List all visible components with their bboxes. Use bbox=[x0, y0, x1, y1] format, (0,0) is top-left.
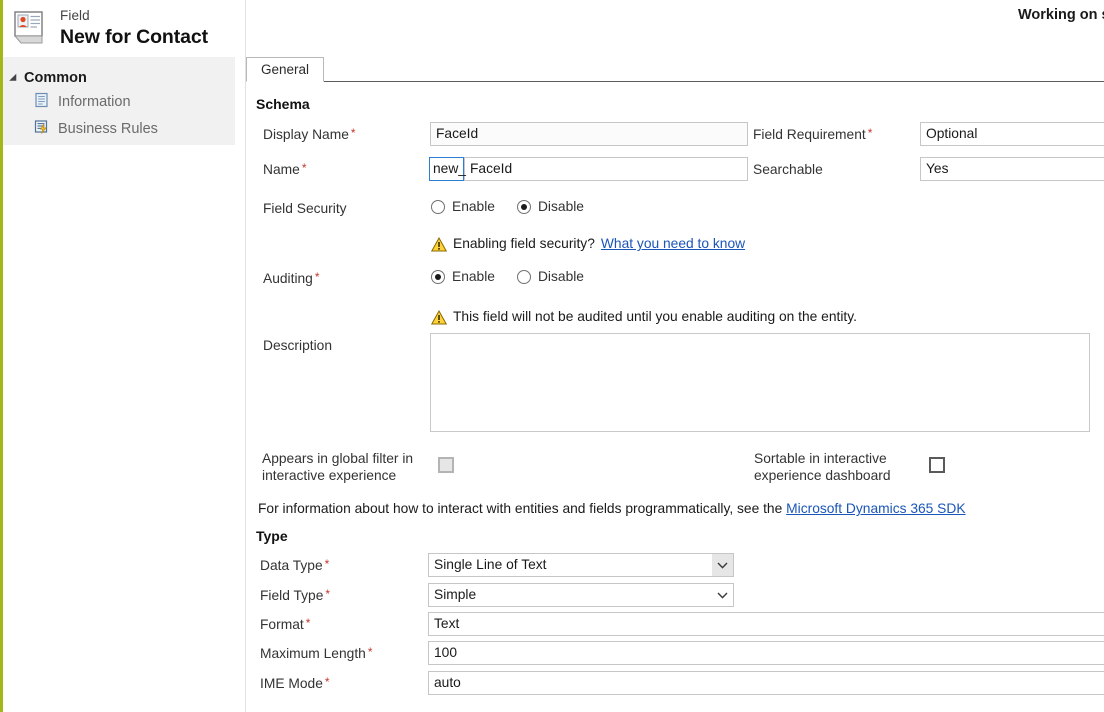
sidebar-group-common[interactable]: Common bbox=[9, 70, 87, 86]
auditing-enable-radio[interactable]: Enable bbox=[431, 269, 495, 284]
required-asterisk: * bbox=[305, 616, 311, 630]
field-security-disable-radio[interactable]: Disable bbox=[516, 199, 584, 214]
data-type-value: Single Line of Text bbox=[434, 557, 547, 572]
entity-type-label: Field bbox=[60, 8, 90, 23]
field-form: Schema Display Name * FaceId Field Requir… bbox=[246, 82, 1104, 712]
field-security-enable-radio[interactable]: Enable bbox=[431, 199, 495, 214]
radio-dot-icon bbox=[431, 199, 445, 214]
contact-card-icon bbox=[13, 11, 50, 45]
chevron-down-icon bbox=[712, 554, 733, 576]
description-textarea[interactable] bbox=[430, 333, 1090, 432]
business-rules-icon bbox=[34, 119, 50, 139]
sidebar-item-label: Business Rules bbox=[58, 121, 158, 137]
field-security-label: Field Security bbox=[263, 201, 347, 216]
chevron-down-icon bbox=[712, 584, 733, 606]
field-editor-window: Field New for Contact Working on s Commo… bbox=[0, 0, 1104, 712]
global-filter-checkbox[interactable] bbox=[438, 457, 454, 473]
document-icon bbox=[34, 92, 50, 112]
required-asterisk: * bbox=[324, 557, 330, 571]
schema-section-title: Schema bbox=[256, 96, 310, 112]
max-length-label: Maximum Length * bbox=[260, 645, 373, 661]
field-security-help-link[interactable]: What you need to know bbox=[601, 236, 745, 251]
searchable-select[interactable]: Yes bbox=[920, 157, 1104, 181]
radio-label: Disable bbox=[537, 269, 584, 284]
description-label: Description bbox=[263, 338, 333, 353]
name-label: Name * bbox=[263, 161, 307, 177]
required-asterisk: * bbox=[325, 587, 331, 601]
ime-mode-label: IME Mode * bbox=[260, 675, 330, 691]
auditing-label: Auditing * bbox=[263, 270, 320, 286]
tab-label: General bbox=[261, 62, 310, 77]
required-asterisk: * bbox=[367, 645, 373, 659]
tab-general[interactable]: General bbox=[246, 57, 325, 82]
format-label: Format * bbox=[260, 616, 311, 632]
radio-dot-selected-icon bbox=[516, 199, 531, 214]
required-asterisk: * bbox=[324, 675, 330, 689]
required-asterisk: * bbox=[301, 161, 307, 175]
sdk-note-text: For information about how to interact wi… bbox=[258, 501, 783, 516]
searchable-label: Searchable bbox=[753, 162, 823, 177]
sdk-note: For information about how to interact wi… bbox=[258, 501, 966, 516]
required-asterisk: * bbox=[314, 270, 320, 284]
auditing-warning: This field will not be audited until you… bbox=[430, 309, 857, 328]
global-filter-label: Appears in global filter in interactive … bbox=[262, 451, 414, 483]
field-type-value: Simple bbox=[434, 587, 477, 602]
radio-label: Disable bbox=[537, 199, 584, 214]
field-security-warning: Enabling field security? What you need t… bbox=[430, 236, 745, 255]
format-select[interactable]: Text bbox=[428, 612, 1104, 636]
warning-triangle-icon bbox=[430, 236, 448, 255]
sidebar-item-information[interactable]: Information bbox=[34, 92, 131, 112]
name-input[interactable]: FaceId bbox=[464, 157, 748, 181]
field-type-label: Field Type * bbox=[260, 587, 331, 603]
required-asterisk: * bbox=[350, 126, 356, 140]
display-name-label: Display Name * bbox=[263, 126, 356, 142]
data-type-label: Data Type * bbox=[260, 557, 330, 573]
page-title: New for Contact bbox=[60, 26, 209, 48]
sidebar-item-business-rules[interactable]: Business Rules bbox=[34, 119, 158, 139]
sortable-label: Sortable in interactive experience dashb… bbox=[754, 451, 891, 483]
field-type-select[interactable]: Simple bbox=[428, 583, 734, 607]
max-length-input[interactable]: 100 bbox=[428, 641, 1104, 665]
display-name-input[interactable]: FaceId bbox=[430, 122, 748, 146]
warning-triangle-icon bbox=[430, 309, 448, 328]
sidebar-item-label: Information bbox=[58, 94, 131, 110]
field-security-radio-group: Enable Disable bbox=[431, 199, 606, 214]
auditing-disable-radio[interactable]: Disable bbox=[516, 269, 584, 284]
ime-mode-select[interactable]: auto bbox=[428, 671, 1104, 695]
radio-label: Enable bbox=[452, 269, 495, 284]
radio-label: Enable bbox=[452, 199, 495, 214]
type-section-title: Type bbox=[256, 528, 288, 544]
data-type-select[interactable]: Single Line of Text bbox=[428, 553, 734, 577]
sortable-checkbox[interactable] bbox=[929, 457, 945, 473]
tab-strip: General bbox=[246, 57, 1104, 82]
sidebar: Common Information Business Rules bbox=[3, 57, 235, 145]
radio-dot-icon bbox=[516, 269, 531, 284]
radio-dot-selected-icon bbox=[431, 269, 445, 284]
sdk-link[interactable]: Microsoft Dynamics 365 SDK bbox=[786, 501, 965, 516]
field-security-warning-text: Enabling field security? bbox=[453, 236, 595, 251]
auditing-warning-text: This field will not be audited until you… bbox=[453, 309, 857, 324]
working-on-solution-status: Working on s bbox=[1018, 7, 1104, 23]
auditing-radio-group: Enable Disable bbox=[431, 269, 606, 284]
page-header: Field New for Contact Working on s bbox=[3, 0, 1104, 57]
name-prefix-input[interactable]: new_ bbox=[429, 157, 466, 181]
chevron-expanded-icon bbox=[9, 73, 20, 84]
field-requirement-label: Field Requirement * bbox=[753, 126, 873, 142]
field-requirement-select[interactable]: Optional bbox=[920, 122, 1104, 146]
sidebar-group-label: Common bbox=[24, 70, 87, 86]
required-asterisk: * bbox=[867, 126, 873, 140]
